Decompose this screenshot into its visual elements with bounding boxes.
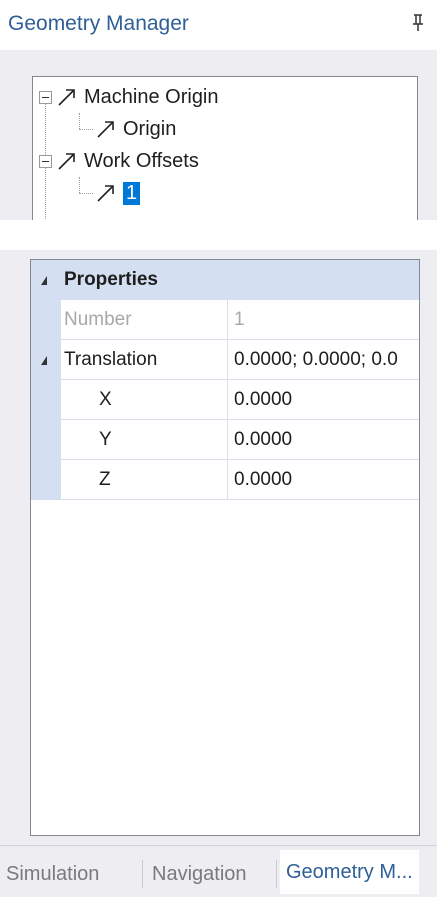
tree-node-work-offsets[interactable]: Work Offsets: [39, 146, 199, 176]
pin-icon[interactable]: [410, 12, 426, 34]
tab-strip: Simulation Navigation Geometry M...: [0, 845, 437, 897]
property-name: Number: [64, 309, 132, 330]
panel-splitter[interactable]: [0, 220, 437, 250]
tree-node-origin[interactable]: Origin: [95, 114, 176, 144]
tab-geometry-manager[interactable]: Geometry M...: [280, 850, 419, 894]
arrow-icon: [97, 185, 114, 202]
tree-node-machine-origin[interactable]: Machine Origin: [39, 82, 219, 112]
property-value[interactable]: 0.0000: [227, 380, 419, 420]
tab-separator: [276, 860, 277, 888]
property-row-z[interactable]: Z 0.0000: [31, 460, 419, 500]
tree-connector: [79, 113, 80, 129]
tree-connector: [79, 129, 93, 130]
panel-title-bar: Geometry Manager: [0, 0, 437, 50]
property-name: Z: [99, 469, 111, 490]
collapse-triangle-icon[interactable]: [41, 356, 47, 365]
property-name: Translation: [64, 349, 158, 370]
arrow-icon: [58, 89, 75, 106]
row-divider: [61, 499, 419, 500]
tab-separator: [142, 860, 143, 888]
property-row-translation[interactable]: Translation 0.0000; 0.0000; 0.0: [31, 340, 419, 380]
property-row-number[interactable]: Number 1: [31, 300, 419, 340]
tree-connector: [79, 177, 80, 193]
property-value[interactable]: 0.0000: [227, 460, 419, 500]
property-row-x[interactable]: X 0.0000: [31, 380, 419, 420]
geometry-tree[interactable]: Machine Origin Origin Work Offsets 1: [32, 76, 418, 227]
collapse-toggle-icon[interactable]: [39, 90, 52, 104]
tree-connector: [79, 193, 93, 194]
tab-navigation[interactable]: Navigation: [146, 854, 253, 894]
tree-panel: Machine Origin Origin Work Offsets 1: [0, 50, 437, 227]
property-row-y[interactable]: Y 0.0000: [31, 420, 419, 460]
category-label: Properties: [64, 269, 158, 290]
collapse-triangle-icon[interactable]: [41, 276, 47, 285]
tree-node-offset-1[interactable]: 1: [95, 178, 141, 208]
tree-node-label: Machine Origin: [84, 85, 219, 108]
arrow-icon: [58, 153, 75, 170]
collapse-toggle-icon[interactable]: [39, 154, 52, 168]
tab-simulation[interactable]: Simulation: [0, 854, 105, 894]
tree-node-label-selected: 1: [123, 181, 141, 205]
property-name: X: [99, 389, 112, 410]
category-row-properties[interactable]: Properties: [31, 260, 419, 300]
property-value: 1: [227, 300, 419, 340]
tree-node-label: Origin: [123, 117, 177, 140]
tree-node-label: Work Offsets: [84, 149, 199, 172]
property-name: Y: [99, 429, 112, 450]
property-grid[interactable]: Properties Number 1 Translation 0.0000; …: [30, 259, 420, 836]
property-panel: Properties Number 1 Translation 0.0000; …: [0, 250, 437, 845]
panel-title: Geometry Manager: [8, 12, 189, 35]
property-value[interactable]: 0.0000: [227, 420, 419, 460]
arrow-icon: [97, 121, 114, 138]
property-value[interactable]: 0.0000; 0.0000; 0.0: [227, 340, 419, 380]
